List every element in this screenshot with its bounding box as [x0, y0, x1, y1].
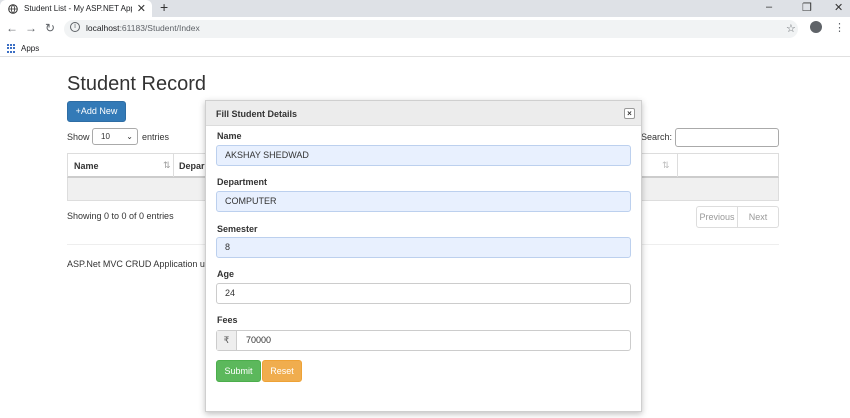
- back-arrow-icon[interactable]: ←: [6, 21, 18, 35]
- apps-bookmark[interactable]: Apps: [21, 44, 39, 53]
- reload-icon[interactable]: ↻: [45, 21, 55, 35]
- tab-strip: Student List - My ASP.NET Applic ✕ + – ❐…: [0, 0, 850, 17]
- new-tab-button[interactable]: +: [160, 0, 168, 15]
- next-page-button[interactable]: Next: [737, 207, 778, 227]
- tab-title: Student List - My ASP.NET Applic: [24, 4, 132, 13]
- profile-icon[interactable]: [810, 21, 822, 33]
- name-input[interactable]: AKSHAY SHEDWAD: [216, 145, 631, 166]
- submit-button[interactable]: Submit: [216, 360, 261, 382]
- column-divider: [677, 154, 678, 177]
- page-title: Student Record: [67, 73, 206, 95]
- forward-arrow-icon[interactable]: →: [25, 21, 37, 35]
- close-icon[interactable]: ×: [624, 108, 635, 119]
- bookmarks-bar: Apps: [0, 41, 850, 57]
- previous-page-button[interactable]: Previous: [697, 207, 737, 227]
- add-new-button[interactable]: +Add New: [67, 101, 126, 122]
- search-input[interactable]: [675, 128, 779, 147]
- department-input[interactable]: COMPUTER: [216, 191, 631, 212]
- semester-input[interactable]: 8: [216, 237, 631, 258]
- restore-icon[interactable]: ❐: [802, 1, 812, 14]
- dialog-title: Fill Student Details: [216, 109, 298, 119]
- dialog-header: Fill Student Details ×: [206, 101, 641, 126]
- address-bar-row: ← → ↻ i localhost:61183/Student/Index: [0, 17, 850, 41]
- column-header-name[interactable]: Name: [74, 161, 99, 171]
- tab-close-icon[interactable]: ✕: [137, 2, 146, 15]
- kebab-menu-icon[interactable]: ⋮: [834, 21, 845, 34]
- entries-length-select[interactable]: 10 ⌄: [92, 128, 138, 145]
- column-divider: [173, 154, 174, 177]
- age-label: Age: [217, 269, 235, 279]
- entries-selected-value: 10: [101, 132, 110, 141]
- fees-label: Fees: [217, 315, 238, 325]
- browser-tab-student-list[interactable]: Student List - My ASP.NET Applic ✕: [0, 0, 152, 17]
- column-header-department[interactable]: Depar: [179, 161, 205, 171]
- sort-icon: ⇅: [662, 160, 670, 170]
- student-details-dialog: Fill Student Details × Name AKSHAY SHEDW…: [205, 100, 642, 412]
- footer-text: ASP.Net MVC CRUD Application us: [67, 259, 205, 269]
- minimize-icon[interactable]: –: [766, 1, 772, 13]
- sort-icon: ⇅: [163, 160, 171, 170]
- reset-button[interactable]: Reset: [262, 360, 302, 382]
- info-icon[interactable]: i: [70, 22, 80, 32]
- chevron-down-icon: ⌄: [126, 132, 133, 141]
- pagination: Previous Next: [696, 206, 779, 228]
- url-text: localhost:61183/Student/Index: [86, 23, 200, 33]
- search-label: Search:: [641, 132, 673, 142]
- fees-input[interactable]: 70000: [246, 331, 271, 350]
- star-icon[interactable]: ☆: [786, 22, 796, 35]
- rupee-icon: ₹: [217, 331, 237, 350]
- semester-label: Semester: [217, 224, 258, 234]
- window-close-icon[interactable]: ✕: [834, 1, 843, 14]
- age-input[interactable]: 24: [216, 283, 631, 304]
- entries-label: entries: [142, 132, 170, 142]
- show-label: Show: [67, 132, 90, 142]
- name-label: Name: [217, 131, 242, 141]
- globe-icon: [8, 3, 18, 14]
- apps-grid-icon[interactable]: [7, 44, 16, 53]
- table-info: Showing 0 to 0 of 0 entries: [67, 211, 174, 221]
- fees-input-group[interactable]: ₹ 70000: [216, 330, 631, 351]
- department-label: Department: [217, 177, 268, 187]
